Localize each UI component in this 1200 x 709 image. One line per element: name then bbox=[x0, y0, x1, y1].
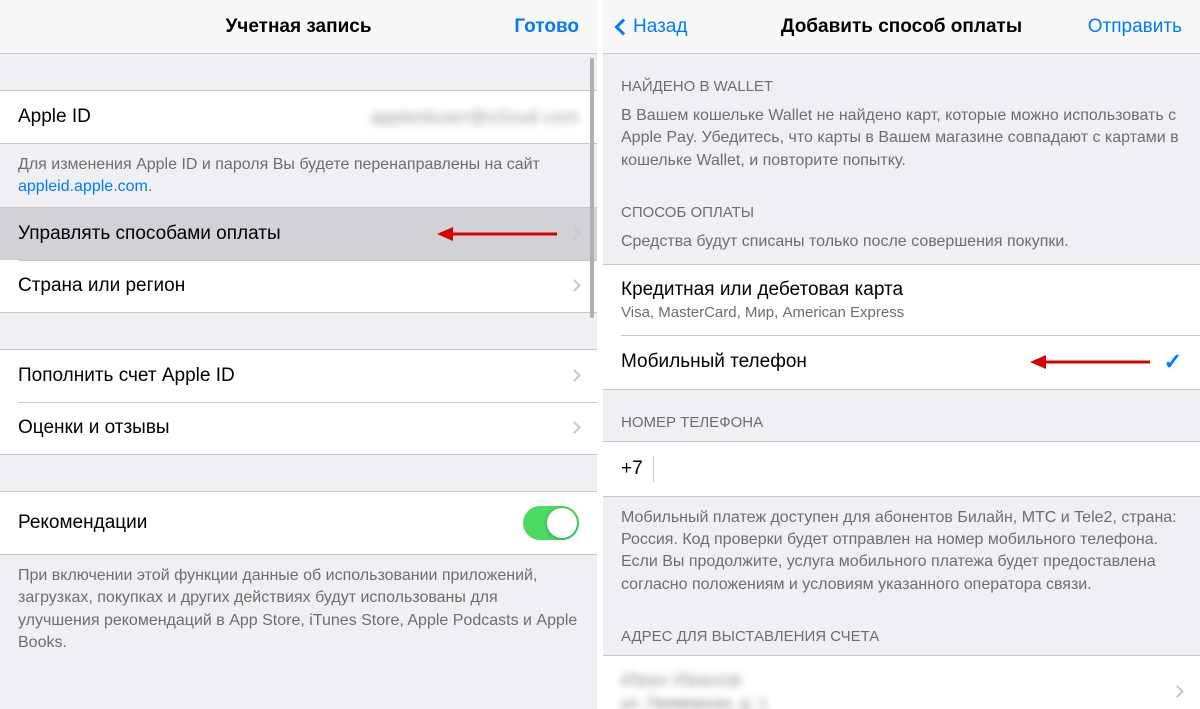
add-payment-pane: Назад Добавить способ оплаты Отправить Н… bbox=[600, 0, 1200, 709]
back-button[interactable]: Назад bbox=[617, 0, 687, 54]
apple-id-value: appleiduser@icloud.com bbox=[371, 107, 579, 128]
payment-method-group: Кредитная или дебетовая карта Visa, Mast… bbox=[603, 264, 1200, 390]
checkmark-icon: ✓ bbox=[1164, 349, 1182, 375]
billing-address: ул. Примерная, д. 1 bbox=[621, 695, 768, 709]
billing-address-row[interactable]: Иван Иванов ул. Примерная, д. 1 bbox=[603, 656, 1200, 709]
right-content: НАЙДЕНО В WALLET В Вашем кошельке Wallet… bbox=[603, 54, 1200, 709]
done-button[interactable]: Готово bbox=[514, 0, 579, 54]
phone-note: Мобильный платеж доступен для абонентов … bbox=[603, 497, 1200, 605]
mobile-option-row[interactable]: Мобильный телефон ✓ bbox=[603, 335, 1200, 389]
mobile-title: Мобильный телефон bbox=[621, 351, 807, 373]
phone-prefix: +7 bbox=[621, 458, 643, 480]
manage-payments-row[interactable]: Управлять способами оплаты bbox=[0, 208, 597, 260]
send-button[interactable]: Отправить bbox=[1088, 0, 1182, 54]
recs-label: Рекомендации bbox=[18, 512, 147, 534]
manage-payments-label: Управлять способами оплаты bbox=[18, 223, 281, 245]
billing-name: Иван Иванов bbox=[621, 670, 742, 692]
red-arrow-annotation bbox=[437, 225, 557, 243]
billing-header: АДРЕС ДЛЯ ВЫСТАВЛЕНИЯ СЧЕТА bbox=[603, 604, 1200, 655]
chevron-right-icon bbox=[568, 421, 581, 434]
red-arrow-annotation bbox=[1030, 353, 1150, 371]
apple-id-label: Apple ID bbox=[18, 106, 91, 128]
method-header: СПОСОБ ОПЛАТЫ bbox=[603, 180, 1200, 231]
card-option-row[interactable]: Кредитная или дебетовая карта Visa, Mast… bbox=[603, 265, 1200, 335]
recs-note: При включении этой функции данные об исп… bbox=[0, 555, 597, 663]
divider bbox=[653, 456, 654, 482]
navbar-left: Учетная запись Готово bbox=[0, 0, 597, 54]
country-row[interactable]: Страна или регион bbox=[0, 260, 597, 312]
recs-toggle[interactable] bbox=[523, 506, 579, 540]
chevron-right-icon bbox=[568, 279, 581, 292]
apple-id-row[interactable]: Apple ID appleiduser@icloud.com bbox=[0, 91, 597, 143]
topup-row[interactable]: Пополнить счет Apple ID bbox=[0, 350, 597, 402]
nav-title: Учетная запись bbox=[225, 16, 371, 38]
account-pane: Учетная запись Готово Apple ID appleidus… bbox=[0, 0, 600, 709]
recommendations-row: Рекомендации bbox=[0, 492, 597, 554]
left-content: Apple ID appleiduser@icloud.com Для изме… bbox=[0, 54, 597, 709]
phone-header: НОМЕР ТЕЛЕФОНА bbox=[603, 390, 1200, 441]
appleid-link[interactable]: appleid.apple.com bbox=[18, 178, 148, 195]
recs-group: Рекомендации bbox=[0, 491, 597, 555]
card-title: Кредитная или дебетовая карта bbox=[621, 279, 903, 301]
navbar-right: Назад Добавить способ оплаты Отправить bbox=[603, 0, 1200, 54]
wallet-note: В Вашем кошельке Wallet не найдено карт,… bbox=[603, 105, 1200, 180]
reviews-row[interactable]: Оценки и отзывы bbox=[0, 402, 597, 454]
reviews-label: Оценки и отзывы bbox=[18, 417, 170, 439]
topup-label: Пополнить счет Apple ID bbox=[18, 365, 235, 387]
wallet-header: НАЙДЕНО В WALLET bbox=[603, 54, 1200, 105]
actions-group: Пополнить счет Apple ID Оценки и отзывы bbox=[0, 349, 597, 455]
chevron-right-icon bbox=[568, 227, 581, 240]
chevron-right-icon bbox=[1171, 685, 1184, 698]
method-note: Средства будут списаны только после сове… bbox=[603, 231, 1200, 263]
billing-group: Иван Иванов ул. Примерная, д. 1 bbox=[603, 655, 1200, 709]
chevron-left-icon bbox=[615, 19, 632, 36]
scrollbar[interactable] bbox=[590, 58, 594, 318]
apple-id-group: Apple ID appleiduser@icloud.com bbox=[0, 90, 597, 144]
chevron-right-icon bbox=[568, 369, 581, 382]
payment-group: Управлять способами оплаты Страна или ре… bbox=[0, 207, 597, 313]
card-subtitle: Visa, MasterCard, Мир, American Express bbox=[621, 304, 904, 321]
apple-id-note: Для изменения Apple ID и пароля Вы будет… bbox=[0, 144, 597, 207]
phone-input-row[interactable]: +7 bbox=[603, 441, 1200, 497]
country-label: Страна или регион bbox=[18, 275, 185, 297]
nav-title: Добавить способ оплаты bbox=[781, 16, 1022, 38]
